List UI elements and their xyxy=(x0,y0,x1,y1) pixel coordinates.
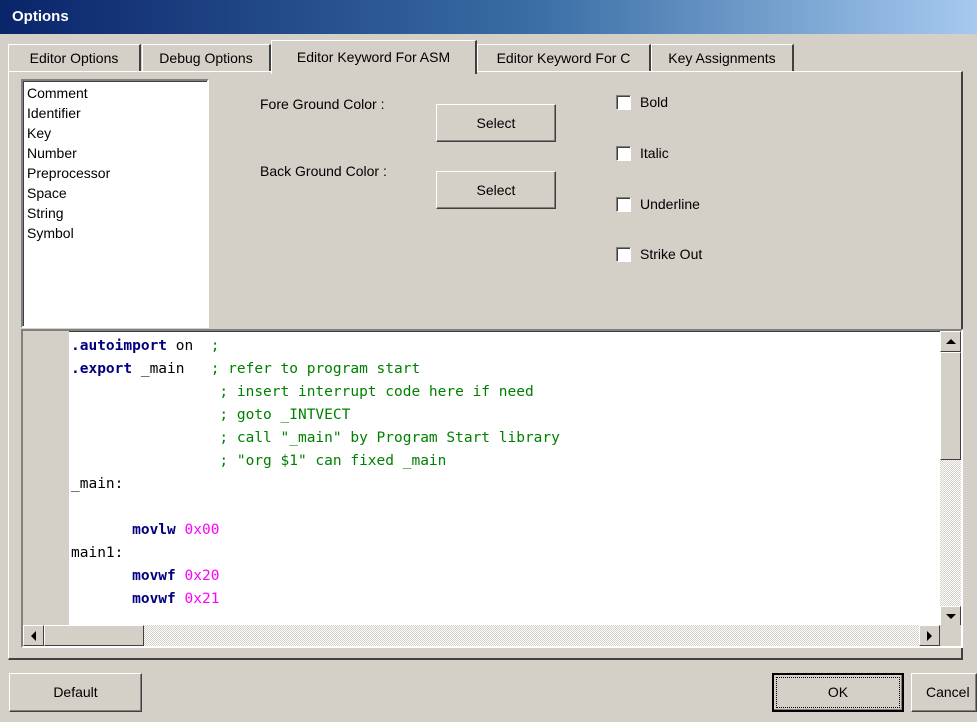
code-line: movlw 0x00 xyxy=(71,519,935,542)
code-line: ; call "_main" by Program Start library xyxy=(71,427,935,450)
code-token-mid: _main: xyxy=(71,476,124,492)
list-item[interactable]: Identifier xyxy=(27,103,207,123)
list-item[interactable]: Key xyxy=(27,123,207,143)
arrow-up-icon xyxy=(945,339,956,344)
scroll-right-button[interactable] xyxy=(919,625,940,646)
code-line: ; goto _INTVECT xyxy=(71,404,935,427)
code-line: main1: xyxy=(71,542,935,565)
arrow-down-icon xyxy=(945,614,956,619)
code-token-mid: on xyxy=(167,338,211,354)
code-line: ; insert interrupt code here if need xyxy=(71,381,935,404)
code-token-indent xyxy=(71,453,219,469)
vertical-scrollbar[interactable] xyxy=(940,331,961,627)
list-item[interactable]: Preprocessor xyxy=(27,163,207,183)
strikeout-checkbox[interactable]: Strike Out xyxy=(616,246,702,262)
code-token-indent xyxy=(71,522,132,538)
code-token-indent xyxy=(71,568,132,584)
arrow-right-icon xyxy=(927,630,932,641)
scroll-left-button[interactable] xyxy=(23,625,44,646)
fore-color-select-button[interactable]: Select xyxy=(436,104,556,142)
back-color-select-button[interactable]: Select xyxy=(436,171,556,209)
code-line: movwf 0x20 xyxy=(71,565,935,588)
code-token-kw: .export xyxy=(71,361,133,377)
code-token-mid xyxy=(176,591,185,607)
code-token-indent xyxy=(71,384,219,400)
strikeout-label: Strike Out xyxy=(640,246,703,262)
scroll-down-button[interactable] xyxy=(940,606,961,627)
code-token-num: 0x21 xyxy=(184,591,220,607)
tab-key-assignments[interactable]: Key Assignments xyxy=(651,44,794,71)
code-token-mid: _main xyxy=(132,361,211,377)
code-token-comment: ; xyxy=(210,338,220,354)
italic-checkbox[interactable]: Italic xyxy=(616,145,669,161)
list-item[interactable]: String xyxy=(27,203,207,223)
code-line: _main: xyxy=(71,473,935,496)
code-token-kw: .autoimport xyxy=(71,338,168,354)
back-color-label: Back Ground Color : xyxy=(260,163,387,179)
arrow-left-icon xyxy=(31,630,36,641)
list-item[interactable]: Symbol xyxy=(27,223,207,243)
vertical-scroll-thumb[interactable] xyxy=(940,352,961,460)
fore-color-label: Fore Ground Color : xyxy=(260,96,385,112)
cancel-button[interactable]: Cancel xyxy=(911,673,977,712)
list-item[interactable]: Space xyxy=(27,183,207,203)
code-area[interactable]: .autoimport on ; .export _main ; refer to… xyxy=(71,335,935,627)
code-preview-editor[interactable]: .autoimport on ; .export _main ; refer to… xyxy=(21,329,963,648)
list-item[interactable]: Number xyxy=(27,143,207,163)
editor-gutter xyxy=(23,331,69,627)
code-token-num: 0x00 xyxy=(184,522,220,538)
tab-editor-options[interactable]: Editor Options xyxy=(8,44,141,71)
underline-label: Underline xyxy=(640,196,700,212)
horizontal-scrollbar[interactable] xyxy=(23,625,940,646)
ok-button[interactable]: OK xyxy=(772,673,904,712)
code-token-comment: ; refer to program start xyxy=(210,361,421,377)
code-token-comment: ; insert interrupt code here if need xyxy=(219,384,534,400)
code-token-kw: movlw xyxy=(132,522,176,538)
code-token-comment: ; goto _INTVECT xyxy=(219,407,351,423)
code-token-kw: movwf xyxy=(132,568,176,584)
code-token-comment: ; call "_main" by Program Start library xyxy=(219,430,560,446)
code-token-indent xyxy=(71,430,219,446)
code-token-indent xyxy=(71,407,219,423)
list-item[interactable]: Comment xyxy=(27,83,207,103)
code-token-mid xyxy=(176,522,185,538)
tab-debug-options[interactable]: Debug Options xyxy=(142,44,271,71)
underline-checkbox[interactable]: Underline xyxy=(616,196,700,212)
default-button[interactable]: Default xyxy=(9,673,142,712)
bold-label: Bold xyxy=(640,94,669,110)
bold-checkbox-box[interactable] xyxy=(616,94,631,110)
underline-checkbox-box[interactable] xyxy=(616,196,631,212)
italic-label: Italic xyxy=(640,145,669,161)
code-line: .autoimport on ; xyxy=(71,335,935,358)
code-token-mid: main1: xyxy=(71,545,124,561)
code-token-num: 0x20 xyxy=(184,568,220,584)
bold-checkbox[interactable]: Bold xyxy=(616,94,668,110)
horizontal-scroll-thumb[interactable] xyxy=(44,625,144,646)
code-token-kw: movwf xyxy=(132,591,176,607)
code-line: ; "org $1" can fixed _main xyxy=(71,450,935,473)
keyword-listbox[interactable]: Comment Identifier Key Number Preprocess… xyxy=(21,79,209,328)
code-line: movwf 0x21 xyxy=(71,588,935,611)
tab-editor-keyword-c[interactable]: Editor Keyword For C xyxy=(477,44,651,71)
scroll-up-button[interactable] xyxy=(940,331,961,352)
code-token-indent xyxy=(71,591,132,607)
code-line: .export _main ; refer to program start xyxy=(71,358,935,381)
options-dialog: Options Editor Options Debug Options Edi… xyxy=(0,0,977,722)
title-bar: Options xyxy=(0,0,977,34)
tab-editor-keyword-asm[interactable]: Editor Keyword For ASM xyxy=(271,40,477,74)
code-token-mid xyxy=(176,568,185,584)
scrollbar-corner xyxy=(940,625,961,646)
italic-checkbox-box[interactable] xyxy=(616,145,631,161)
strikeout-checkbox-box[interactable] xyxy=(616,246,631,262)
code-token-comment: ; "org $1" can fixed _main xyxy=(219,453,447,469)
